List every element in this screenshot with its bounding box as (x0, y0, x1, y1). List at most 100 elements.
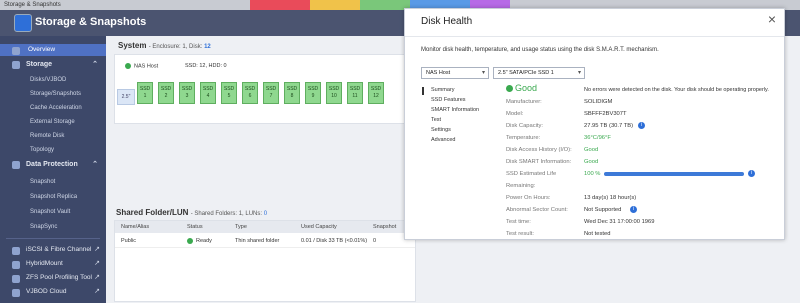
shield-icon (12, 161, 20, 169)
sidebar-item-overview[interactable]: Overview (0, 44, 106, 56)
column-header[interactable]: Status (187, 221, 203, 233)
table-row[interactable]: Public Ready Thin shared folder 0.01 / D… (115, 235, 415, 248)
info-icon[interactable]: i (638, 122, 645, 129)
sidebar-group-storage[interactable]: Storage ⌃ (0, 58, 106, 72)
field-label: Disk Capacity: (506, 123, 544, 129)
bay-size-label: 2.5" (117, 89, 135, 105)
sidebar-item-iscsi[interactable]: iSCSI & Fibre Channel ↗ (0, 244, 106, 256)
ssd-slot-type: SSD (244, 86, 256, 92)
ssd-slot-type: SSD (286, 86, 298, 92)
field-label: Test time: (506, 219, 531, 225)
column-header[interactable]: Type (235, 221, 247, 233)
ssd-slot-type: SSD (328, 86, 340, 92)
sidebar-item-remote-disk[interactable]: Remote Disk (0, 130, 106, 142)
field-row: Temperature: 36°C/96°F (506, 133, 776, 143)
shared-folder-heading: Shared Folder/LUN - Shared Folders: 1, L… (116, 208, 267, 217)
sidebar-item-external-storage[interactable]: External Storage (0, 116, 106, 128)
external-link-icon: ↗ (94, 246, 100, 253)
column-header[interactable]: Name/Alias (121, 221, 149, 233)
external-link-icon: ↗ (94, 274, 100, 281)
sidebar-item-cache[interactable]: Cache Acceleration (0, 102, 106, 114)
ssd-slot[interactable]: SSD 7 (263, 82, 279, 104)
sidebar-item-storage-snapshots[interactable]: Storage/Snapshots (0, 88, 106, 100)
ssd-slot[interactable]: SSD 10 (326, 82, 342, 104)
ssd-slot[interactable]: SSD 2 (158, 82, 174, 104)
field-value: Good (584, 159, 599, 165)
sidebar-item-hybridmount[interactable]: HybridMount ↗ (0, 258, 106, 270)
tab-test[interactable]: Test (431, 115, 441, 125)
ssd-slot-number: 6 (248, 93, 252, 99)
field-label: Power On Hours: (506, 195, 551, 201)
ssd-slot[interactable]: SSD 1 (137, 82, 153, 104)
iscsi-icon (12, 247, 20, 255)
tab-settings[interactable]: Settings (431, 125, 451, 135)
ssd-slot-type: SSD (349, 86, 361, 92)
tab-smart-information[interactable]: SMART Information (431, 105, 479, 115)
ssd-slot[interactable]: SSD 12 (368, 82, 384, 104)
sidebar-group-data-protection[interactable]: Data Protection ⌃ (0, 158, 106, 172)
lun-count: 0 (263, 211, 268, 217)
ssd-slot-number: 4 (206, 93, 210, 99)
sidebar-divider (6, 238, 100, 239)
nas-host-label: NAS Host (125, 63, 158, 69)
field-label: Model: (506, 111, 524, 117)
ssd-slot-number: 3 (185, 93, 189, 99)
field-row: Disk Capacity: 27.95 TB (30.7 TB) i (506, 121, 776, 131)
field-value: SOLIDIGM (584, 99, 613, 105)
ssd-hdd-count: SSD: 12, HDD: 0 (185, 63, 227, 69)
host-select-value: NAS Host (426, 70, 451, 76)
tab-ssd-features[interactable]: SSD Features (431, 95, 466, 105)
field-value: 13 day(s) 18 hour(s) (584, 195, 637, 201)
cell-type: Thin shared folder (235, 238, 280, 244)
ssd-slot-number: 11 (352, 93, 358, 99)
sidebar-item-snapsync[interactable]: SnapSync (0, 221, 106, 233)
sidebar-item-disks[interactable]: Disks/VJBOD (0, 74, 106, 86)
field-label: Manufacturer: (506, 99, 542, 105)
ssd-slot[interactable]: SSD 3 (179, 82, 195, 104)
health-status: Good (506, 83, 537, 93)
check-circle-icon (506, 85, 513, 93)
tab-summary[interactable]: Summary (431, 85, 455, 95)
chevron-down-icon: ▾ (481, 70, 485, 76)
sidebar-item-snapshot-replica[interactable]: Snapshot Replica (0, 191, 106, 203)
field-value: Wed Dec 31 17:00:00 1969 (584, 219, 655, 225)
ssd-slot[interactable]: SSD 6 (242, 82, 258, 104)
ssd-slot[interactable]: SSD 8 (284, 82, 300, 104)
sidebar-item-zfs-profiling[interactable]: ZFS Pool Profiling Tool ↗ (0, 272, 106, 284)
sidebar-item-topology[interactable]: Topology (0, 144, 106, 156)
ssd-slot[interactable]: SSD 5 (221, 82, 237, 104)
sidebar-item-snapshot[interactable]: Snapshot (0, 176, 106, 188)
ssd-slot-number: 1 (143, 93, 147, 99)
external-link-icon: ↗ (94, 260, 100, 267)
shared-folder-table: Name/Alias Status Type Used Capacity Sna… (114, 220, 416, 302)
close-icon[interactable]: × (768, 11, 776, 27)
external-link-icon: ↗ (94, 288, 100, 295)
ssd-slot-number: 12 (373, 93, 379, 99)
ssd-slot[interactable]: SSD 4 (200, 82, 216, 104)
ssd-slot[interactable]: SSD 11 (347, 82, 363, 104)
info-icon[interactable]: i (630, 206, 637, 213)
disk-select[interactable]: 2.5" SATA/PCIe SSD 1 ▾ (493, 67, 585, 79)
health-status-text: Good (515, 83, 538, 93)
host-select[interactable]: NAS Host ▾ (421, 67, 489, 79)
ssd-slot[interactable]: SSD 9 (305, 82, 321, 104)
sidebar-item-vjbod-cloud[interactable]: VJBOD Cloud ↗ (0, 286, 106, 298)
ssd-slot-type: SSD (181, 86, 193, 92)
field-label: SSD Estimated Life (506, 171, 557, 177)
info-icon[interactable]: i (748, 170, 755, 177)
ssd-slot-type: SSD (223, 86, 235, 92)
field-label: Test result: (506, 231, 535, 237)
sidebar-group-label: Data Protection (26, 161, 78, 168)
field-label: Remaining: (506, 183, 536, 189)
column-header[interactable]: Used Capacity (301, 221, 337, 233)
nas-host-text: NAS Host (134, 63, 159, 70)
ssd-slot-type: SSD (139, 86, 151, 92)
field-value: SBFFF2BV307T (584, 111, 627, 117)
column-header[interactable]: Snapshot (373, 221, 396, 233)
tab-advanced[interactable]: Advanced (431, 135, 455, 145)
cell-snapshot: 0 (373, 238, 377, 244)
sidebar-item-snapshot-vault[interactable]: Snapshot Vault (0, 206, 106, 218)
ssd-slot-number: 9 (311, 93, 315, 99)
ssd-life-fill (604, 172, 744, 176)
chevron-down-icon: ▾ (577, 70, 581, 76)
